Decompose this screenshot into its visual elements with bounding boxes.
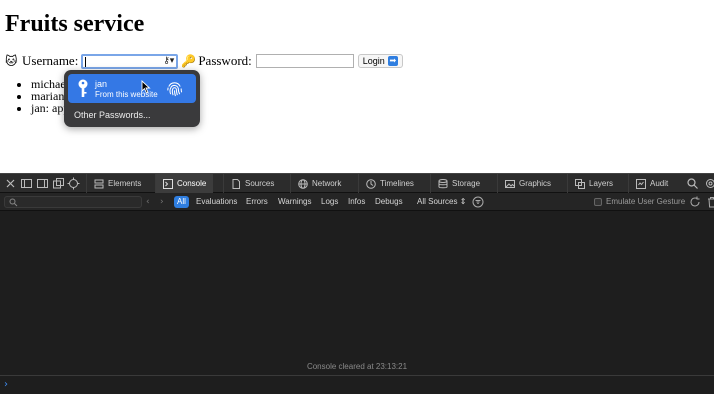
user-list: michael marian: jan: app	[14, 78, 69, 114]
tab-audit[interactable]: Audit	[628, 174, 675, 193]
audit-icon	[636, 178, 646, 189]
tab-network[interactable]: Network	[290, 174, 348, 193]
clock-icon	[366, 178, 376, 189]
elements-icon	[94, 179, 104, 188]
database-icon	[438, 178, 448, 188]
other-passwords-item[interactable]: Other Passwords...	[74, 110, 151, 120]
tab-label: Elements	[108, 179, 142, 188]
sources-select-label: All Sources	[417, 197, 458, 206]
search-icon[interactable]	[686, 177, 699, 190]
undock-icon[interactable]	[52, 177, 65, 190]
key-autofill-icon[interactable]: ⚷▾	[163, 56, 174, 67]
tab-layers[interactable]: Layers	[567, 174, 620, 193]
reload-icon[interactable]	[689, 196, 701, 208]
image-icon	[505, 179, 515, 188]
trash-icon[interactable]	[706, 196, 714, 208]
web-inspector: Elements Console Sources Network Timelin…	[0, 173, 714, 394]
filter-all[interactable]: All	[174, 196, 189, 208]
tab-label: Sources	[245, 179, 275, 188]
page-title: Fruits service	[5, 11, 145, 37]
dock-left-icon[interactable]	[20, 177, 33, 190]
console-input[interactable]: ›	[0, 375, 714, 394]
inspector-tab-bar: Elements Console Sources Network Timelin…	[0, 173, 714, 193]
mouse-cursor-icon	[141, 80, 151, 94]
tab-sources[interactable]: Sources	[223, 174, 281, 193]
console-cleared-message: Console cleared at 23:13:21	[306, 362, 408, 371]
login-button[interactable]: Login ➡	[357, 54, 403, 68]
filter-search-icon	[9, 198, 18, 207]
key-icon: 🔑	[181, 54, 197, 68]
gear-icon[interactable]	[704, 177, 714, 190]
tab-storage[interactable]: Storage	[430, 174, 487, 193]
password-input[interactable]	[255, 54, 354, 68]
console-icon	[163, 178, 173, 189]
fingerprint-icon	[167, 82, 183, 97]
filter-evaluations[interactable]: Evaluations	[193, 196, 240, 208]
autofill-suggestion-jan[interactable]: jan From this website	[68, 74, 196, 103]
tab-label: Console	[177, 179, 207, 188]
text-caret	[85, 56, 87, 67]
filter-options-icon[interactable]	[472, 196, 484, 208]
tab-label: Storage	[452, 179, 481, 188]
login-form: 🐱 Username: ⚷▾ 🔑 Password: Login ➡	[5, 53, 403, 69]
tab-label: Timelines	[380, 179, 414, 188]
password-autofill-popup: jan From this website Other Passwords...	[64, 70, 200, 127]
dock-right-icon[interactable]	[36, 177, 49, 190]
arrow-right-icon: ➡	[387, 56, 398, 66]
next-arrow-icon[interactable]: ›	[160, 196, 164, 208]
tab-graphics[interactable]: Graphics	[497, 174, 558, 193]
console-filter-bar: ‹ › All Evaluations Errors Warnings Logs…	[0, 193, 714, 211]
tab-elements[interactable]: Elements	[86, 174, 148, 193]
target-icon[interactable]	[67, 177, 80, 190]
prompt-chevron-icon: ›	[4, 379, 8, 390]
login-button-label: Login	[362, 56, 385, 66]
tab-timelines[interactable]: Timelines	[358, 174, 421, 193]
globe-icon	[298, 178, 308, 189]
filter-debugs[interactable]: Debugs	[372, 196, 406, 208]
emulate-user-gesture-toggle[interactable]: Emulate User Gesture	[594, 196, 685, 208]
username-label: Username:	[22, 53, 79, 68]
password-label: Password:	[198, 53, 252, 68]
username-input[interactable]: ⚷▾	[81, 53, 179, 69]
autofill-username: jan	[95, 79, 108, 89]
tab-label: Network	[312, 179, 342, 188]
close-icon[interactable]	[4, 177, 17, 190]
document-icon	[232, 178, 240, 189]
emulate-checkbox[interactable]	[594, 198, 602, 206]
tab-label: Graphics	[519, 179, 552, 188]
console-filter-input[interactable]	[4, 196, 142, 208]
sources-select[interactable]: All Sources ⇕	[417, 196, 466, 208]
emulate-label: Emulate User Gesture	[606, 197, 686, 206]
layers-icon	[575, 178, 585, 189]
filter-logs[interactable]: Logs	[318, 196, 341, 208]
tab-label: Audit	[650, 179, 669, 188]
key-icon	[78, 79, 88, 97]
tab-label: Layers	[589, 179, 614, 188]
previous-arrow-icon[interactable]: ‹	[146, 196, 150, 208]
filter-infos[interactable]: Infos	[345, 196, 368, 208]
tab-console[interactable]: Console	[155, 174, 214, 193]
filter-warnings[interactable]: Warnings	[275, 196, 315, 208]
cat-icon: 🐱	[5, 54, 18, 68]
console-output: Console cleared at 23:13:21	[0, 211, 714, 373]
filter-errors[interactable]: Errors	[243, 196, 271, 208]
